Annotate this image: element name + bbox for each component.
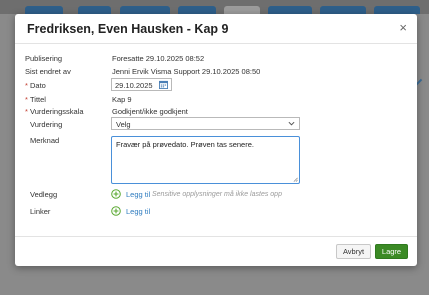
assessment-dialog: Fredriksen, Even Hausken - Kap 9 × Publi… (15, 14, 417, 266)
field-label: Sist endret av (25, 67, 71, 76)
attachment-hint: Sensitive opplysninger må ikke lastes op… (152, 190, 282, 198)
field-value: Foresatte 29.10.2025 08:52 (112, 54, 205, 63)
add-attachment-link[interactable]: Legg til (126, 190, 150, 199)
required-marker: * (25, 95, 28, 104)
field-value: Jenni Ervik Visma Support 29.10.2025 08:… (112, 67, 261, 76)
field-label: Linker (30, 207, 51, 216)
calendar-icon[interactable] (159, 80, 168, 89)
merknad-textarea[interactable]: Fravær på prøvedato. Prøven tas senere. (111, 136, 300, 184)
field-value: Kap 9 (112, 95, 132, 104)
required-marker: * (25, 107, 28, 116)
save-button[interactable]: Lagre (375, 244, 408, 259)
field-label: Merknad (30, 136, 60, 145)
dialog-header: Fredriksen, Even Hausken - Kap 9 × (15, 14, 417, 44)
field-label: Tittel (30, 95, 46, 104)
dialog-title: Fredriksen, Even Hausken - Kap 9 (27, 22, 229, 36)
add-circle-icon[interactable] (111, 206, 121, 216)
resize-handle-icon[interactable] (293, 177, 298, 182)
field-label: Dato (30, 81, 46, 90)
chevron-down-icon (288, 121, 295, 126)
dialog-footer: Avbryt Lagre (15, 236, 417, 266)
field-label: Publisering (25, 54, 63, 63)
add-circle-icon[interactable] (111, 189, 121, 199)
textarea-value: Fravær på prøvedato. Prøven tas senere. (116, 140, 254, 149)
field-label: Vurdering (30, 120, 63, 129)
vurdering-select[interactable]: Velg (111, 117, 300, 130)
close-icon[interactable]: × (399, 21, 407, 35)
field-label: Vurderingsskala (30, 107, 84, 116)
field-value: Godkjent/ikke godkjent (112, 107, 188, 116)
cancel-button[interactable]: Avbryt (336, 244, 371, 259)
select-value: Velg (116, 120, 131, 129)
field-label: Vedlegg (30, 190, 58, 199)
add-link-link[interactable]: Legg til (126, 207, 150, 216)
required-marker: * (25, 81, 28, 90)
